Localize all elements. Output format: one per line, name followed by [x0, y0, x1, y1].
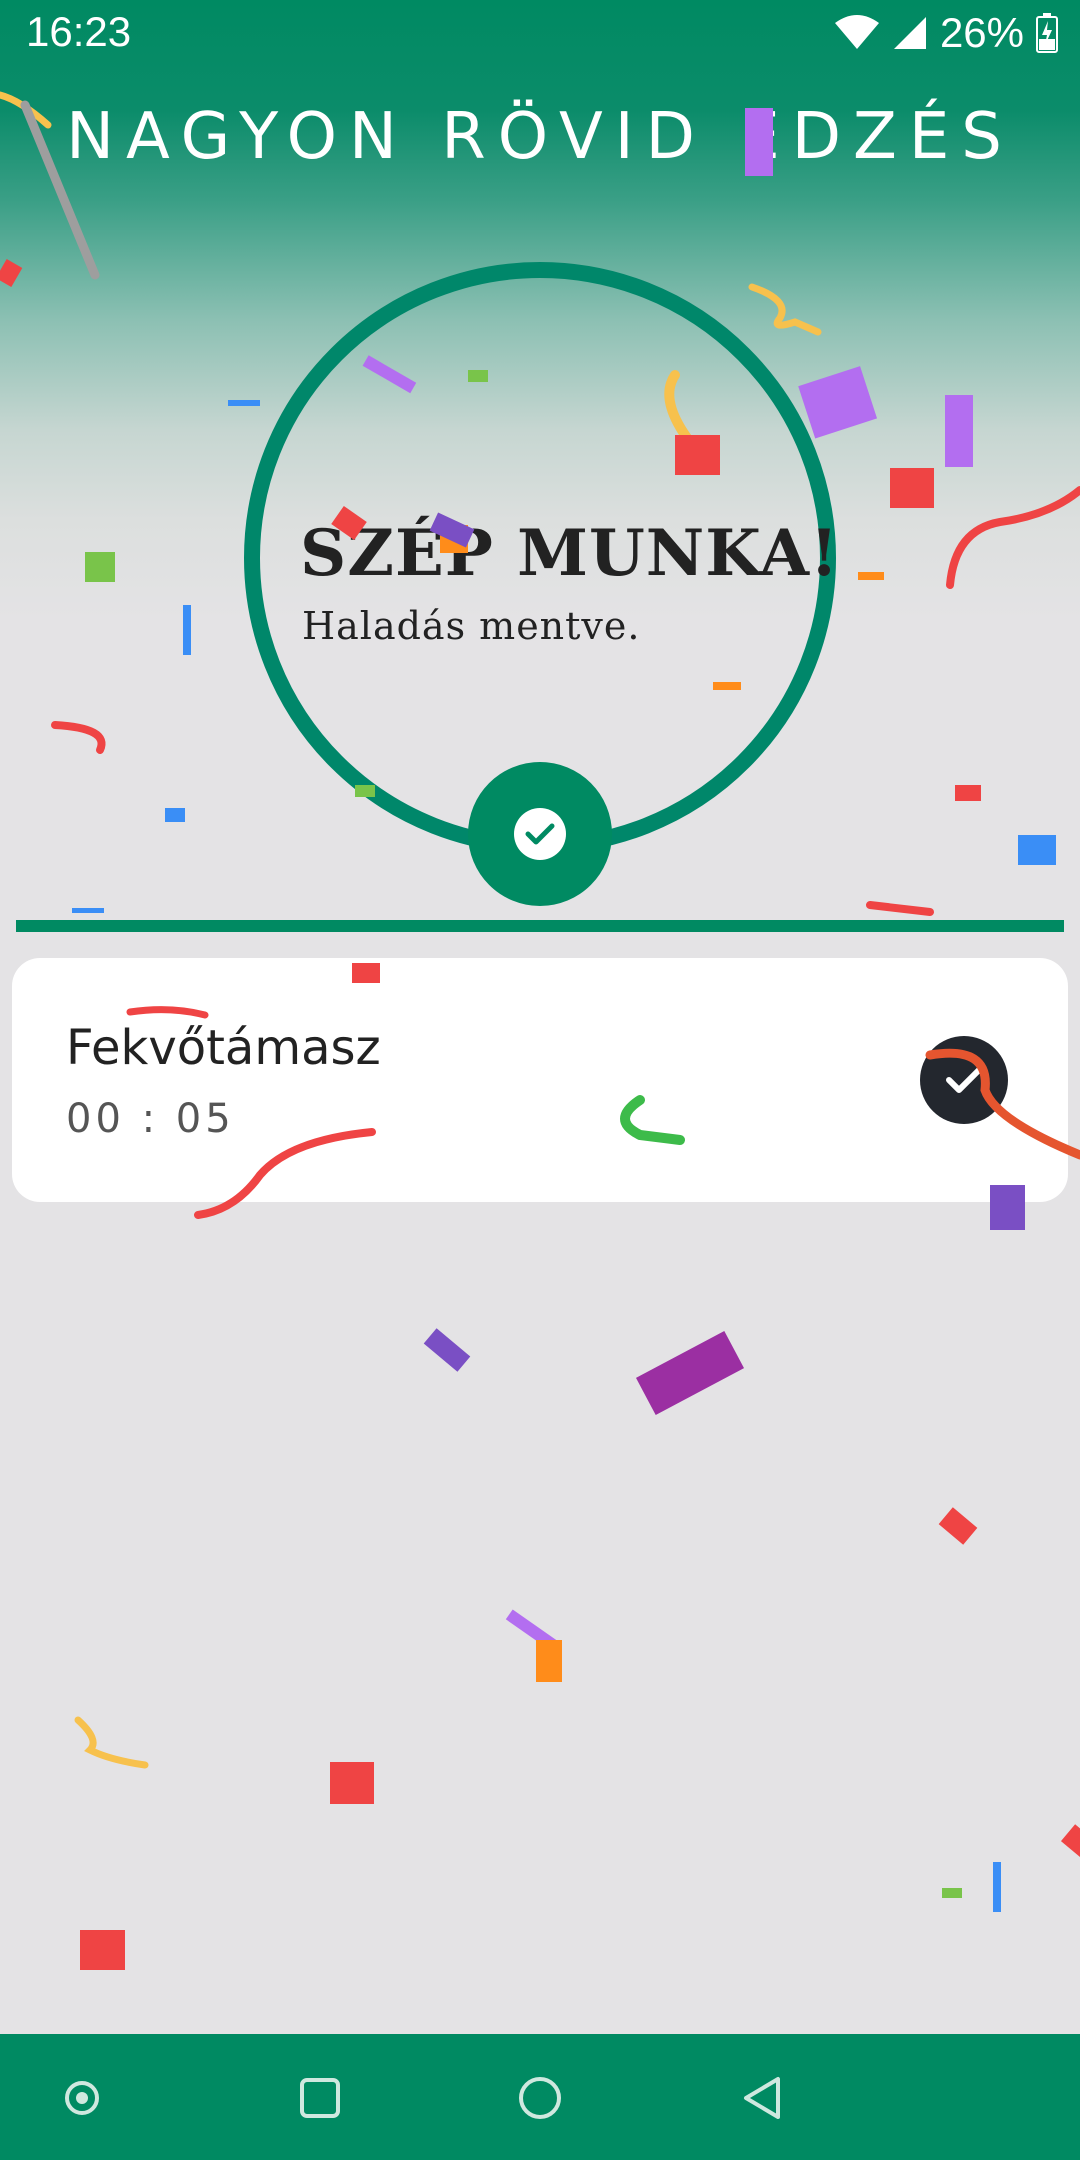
completion-headline: SZÉP MUNKA!: [300, 516, 840, 591]
home-icon[interactable]: [500, 2058, 580, 2138]
status-bar: 16:23 26%: [0, 0, 1080, 66]
dot-icon[interactable]: [42, 2058, 122, 2138]
completion-check-badge: [468, 762, 612, 906]
exercise-card[interactable]: Fekvőtámasz 00 : 05: [12, 958, 1068, 1202]
status-time: 16:23: [26, 8, 132, 55]
exercise-done-check-icon: [920, 1036, 1008, 1124]
exercise-duration: 00 : 05: [66, 1096, 235, 1142]
wifi-icon: [834, 15, 879, 49]
recents-icon[interactable]: [280, 2058, 360, 2138]
workout-title: NAGYON RÖVID EDZÉS: [66, 100, 1014, 174]
navigation-bar: [0, 2034, 1080, 2160]
back-icon[interactable]: [722, 2058, 802, 2138]
cell-signal-icon: [893, 17, 926, 49]
completion-subtitle: Haladás mentve.: [302, 604, 641, 648]
progress-line: [16, 920, 1064, 932]
battery-charging-icon: [1036, 13, 1058, 53]
check-circle-icon: [514, 808, 566, 860]
screen: 16:23 26% NAGYON RÖVID EDZÉS SZÉP MUNKA!…: [0, 0, 1080, 2160]
battery-percent: 26%: [939, 9, 1024, 56]
status-icons: 26%: [834, 8, 1058, 58]
exercise-name: Fekvőtámasz: [66, 1020, 381, 1076]
